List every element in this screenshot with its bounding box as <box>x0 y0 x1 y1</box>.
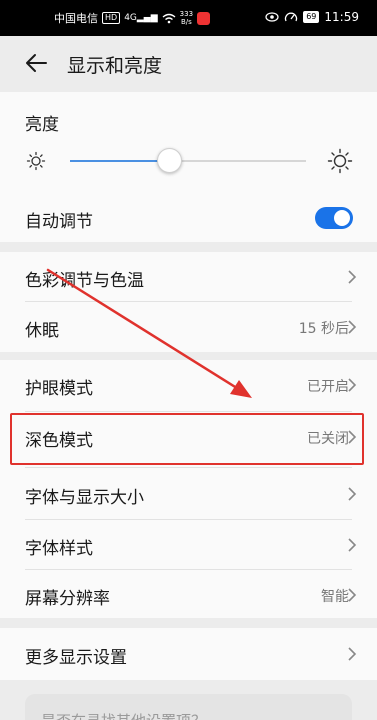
annotation-arrow <box>46 268 252 398</box>
